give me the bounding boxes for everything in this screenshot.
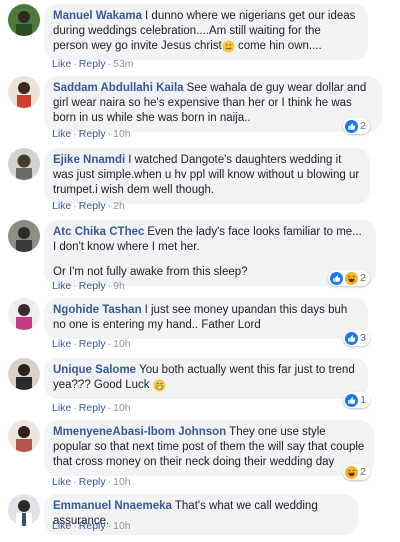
reply-button[interactable]: Reply bbox=[79, 200, 106, 212]
like-button[interactable]: Like bbox=[52, 280, 71, 292]
like-button[interactable]: Like bbox=[52, 338, 71, 350]
comment-bubble: Saddam Abdullahi Kaila See wahala de guy … bbox=[44, 76, 382, 132]
timestamp[interactable]: 10h bbox=[113, 476, 131, 488]
commenter-name[interactable]: MmenyeneAbasi-Ibom Johnson bbox=[53, 426, 226, 438]
avatar[interactable] bbox=[8, 420, 40, 452]
comment-item: Manuel Wakama I dunno where we nigerians … bbox=[0, 2, 400, 70]
timestamp[interactable]: 9h bbox=[113, 280, 125, 292]
avatar[interactable] bbox=[8, 298, 40, 330]
timestamp[interactable]: 10h bbox=[113, 520, 131, 532]
commenter-name[interactable]: Manuel Wakama bbox=[53, 10, 142, 22]
commenter-name[interactable]: Saddam Abdullahi Kaila bbox=[53, 82, 184, 94]
haha-icon bbox=[345, 271, 359, 285]
timestamp[interactable]: 10h bbox=[113, 338, 131, 350]
avatar[interactable] bbox=[8, 4, 40, 36]
comment-bubble: Manuel Wakama I dunno where we nigerians … bbox=[44, 4, 368, 60]
comment-bubble: Atc Chika CThec Even the lady's face look… bbox=[44, 220, 376, 286]
avatar[interactable] bbox=[8, 494, 40, 526]
comment-actions: Like · Reply · 10h bbox=[52, 128, 131, 140]
timestamp[interactable]: 2h bbox=[113, 200, 125, 212]
avatar[interactable] bbox=[8, 148, 40, 180]
comment-item: MmenyeneAbasi-Ibom Johnson They one use s… bbox=[0, 418, 400, 488]
comment-item: Atc Chika CThec Even the lady's face look… bbox=[0, 218, 400, 294]
comment-item: Ngohide Tashan I just see money upandan t… bbox=[0, 296, 400, 352]
reply-button[interactable]: Reply bbox=[79, 520, 106, 532]
comment-item: Ejike Nnamdi I watched Dangote's daughter… bbox=[0, 146, 400, 216]
avatar[interactable] bbox=[8, 76, 40, 108]
like-icon bbox=[345, 119, 359, 133]
reaction-summary[interactable]: 1 bbox=[343, 392, 370, 408]
comment-actions: Like · Reply · 53m bbox=[52, 58, 134, 70]
timestamp[interactable]: 10h bbox=[113, 402, 131, 414]
comment-actions: Like · Reply · 2h bbox=[52, 200, 125, 212]
like-button[interactable]: Like bbox=[52, 128, 71, 140]
grinning-sweat-emoji-icon bbox=[153, 379, 166, 392]
commenter-name[interactable]: Emmanuel Nnaemeka bbox=[53, 500, 172, 512]
like-button[interactable]: Like bbox=[52, 520, 71, 532]
reaction-count: 2 bbox=[360, 120, 366, 132]
reply-button[interactable]: Reply bbox=[79, 402, 106, 414]
comment-item: Emmanuel Nnaemeka That's what we call wed… bbox=[0, 492, 400, 538]
reaction-count: 2 bbox=[360, 272, 366, 284]
comment-bubble: Ngohide Tashan I just see money upandan t… bbox=[44, 298, 368, 339]
smiling-sweat-emoji-icon bbox=[222, 40, 235, 53]
reaction-summary[interactable]: 2 bbox=[328, 270, 370, 286]
reaction-summary[interactable]: 2 bbox=[343, 118, 370, 134]
haha-icon bbox=[345, 465, 359, 479]
avatar[interactable] bbox=[8, 220, 40, 252]
like-button[interactable]: Like bbox=[52, 476, 71, 488]
reaction-count: 3 bbox=[360, 332, 366, 344]
comment-actions: Like · Reply · 10h bbox=[52, 476, 131, 488]
reply-button[interactable]: Reply bbox=[79, 128, 106, 140]
reaction-summary[interactable]: 2 bbox=[343, 464, 370, 480]
comment-actions: Like · Reply · 9h bbox=[52, 280, 125, 292]
commenter-name[interactable]: Unique Salome bbox=[53, 364, 136, 376]
like-button[interactable]: Like bbox=[52, 58, 71, 70]
like-button[interactable]: Like bbox=[52, 200, 71, 212]
comment-text-tail: come hin own.... bbox=[234, 40, 322, 52]
reply-button[interactable]: Reply bbox=[79, 58, 106, 70]
timestamp[interactable]: 53m bbox=[113, 58, 133, 70]
like-button[interactable]: Like bbox=[52, 402, 71, 414]
reaction-summary[interactable]: 3 bbox=[343, 330, 370, 346]
comment-actions: Like · Reply · 10h bbox=[52, 338, 131, 350]
comment-bubble: MmenyeneAbasi-Ibom Johnson They one use s… bbox=[44, 420, 374, 476]
commenter-name[interactable]: Atc Chika CThec bbox=[53, 226, 144, 238]
reply-button[interactable]: Reply bbox=[79, 338, 106, 350]
like-icon bbox=[330, 271, 344, 285]
comment-bubble: Unique Salome You both actually went this… bbox=[44, 358, 368, 399]
comment-actions: Like · Reply · 10h bbox=[52, 402, 131, 414]
comment-item: Unique Salome You both actually went this… bbox=[0, 356, 400, 414]
like-icon bbox=[345, 393, 359, 407]
reaction-count: 2 bbox=[360, 466, 366, 478]
like-icon bbox=[345, 331, 359, 345]
commenter-name[interactable]: Ngohide Tashan bbox=[53, 304, 142, 316]
comment-text-paragraph: Or I'm not fully awake from this sleep? bbox=[53, 266, 248, 278]
comment-bubble: Ejike Nnamdi I watched Dangote's daughter… bbox=[44, 148, 370, 204]
reaction-count: 1 bbox=[360, 394, 366, 406]
commenter-name[interactable]: Ejike Nnamdi bbox=[53, 154, 125, 166]
reply-button[interactable]: Reply bbox=[79, 280, 106, 292]
comment-item: Saddam Abdullahi Kaila See wahala de guy … bbox=[0, 74, 400, 142]
reply-button[interactable]: Reply bbox=[79, 476, 106, 488]
avatar[interactable] bbox=[8, 358, 40, 390]
timestamp[interactable]: 10h bbox=[113, 128, 131, 140]
comment-actions: Like · Reply · 10h bbox=[52, 520, 131, 532]
